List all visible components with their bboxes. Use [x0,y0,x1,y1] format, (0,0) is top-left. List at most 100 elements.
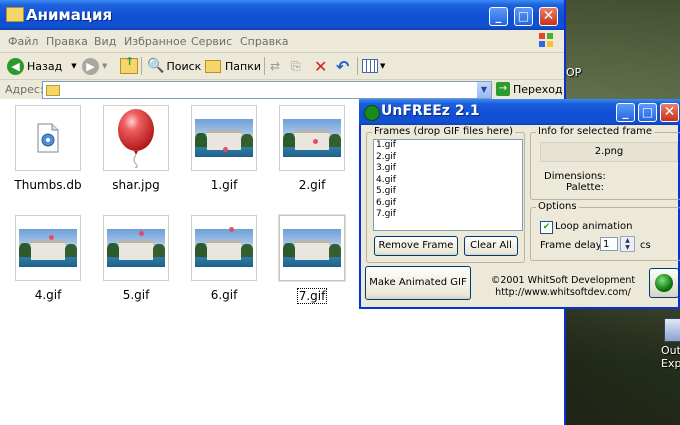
frame-item[interactable]: 2.gif [374,152,522,164]
folder-icon [46,85,60,96]
frame-item[interactable]: 6.gif [374,198,522,210]
remove-frame-button[interactable]: Remove Frame [374,236,458,256]
folders-icon [205,59,221,73]
maximize-button[interactable]: □ [638,103,657,122]
file-thumbnail [278,214,346,282]
up-folder-button[interactable]: ↑ [120,55,138,76]
file-thumbnail [103,215,169,281]
toolbar-separator [264,57,265,75]
palace-photo [283,119,341,157]
forward-button[interactable]: ▶ ▼ [82,56,107,76]
address-bar: Адрес: ▼ → Переход [0,80,564,101]
options-group: Options [530,201,680,261]
undo-button[interactable]: ↶ [336,56,349,76]
menu-file[interactable]: Файл [8,35,38,48]
minimize-button[interactable]: _ [616,103,635,122]
copyright-text: ©2001 WhitSoft Development [490,275,636,286]
desktop-label: Exp [661,357,680,370]
delay-label: Frame delay: [540,240,605,251]
file-name: 6.gif [210,288,238,302]
file-item[interactable]: shar.jpg [96,105,176,192]
menu-view[interactable]: Вид [94,35,116,48]
move-to-icon: ⇄ [270,59,281,73]
info-label: Info for selected frame [536,126,655,137]
views-icon [362,59,378,73]
file-item[interactable]: Thumbs.db [8,105,88,192]
palette-label: Palette: [566,182,605,193]
website-link[interactable]: http://www.whitsoftdev.com/ [488,287,638,298]
palace-photo [195,227,253,267]
file-thumbnail [279,105,345,171]
file-item[interactable]: 2.gif [272,105,352,192]
loop-label: Loop animation [555,221,633,232]
address-label: Адрес: [5,83,44,96]
dropdown-arrow-icon: ▼ [102,62,108,70]
close-button[interactable]: ✕ [660,103,679,122]
forward-arrow-icon: ▶ [82,57,99,75]
delay-spinner[interactable]: ▲ ▼ [620,236,635,252]
loop-checkbox[interactable]: ✔ [540,221,553,234]
back-button[interactable]: ◀ Назад ▼ [7,56,77,76]
frame-item[interactable]: 5.gif [374,186,522,198]
menu-edit[interactable]: Правка [46,35,88,48]
options-label: Options [536,201,579,212]
frame-item[interactable]: 1.gif [374,140,522,152]
address-input[interactable]: ▼ [42,81,492,99]
unfreez-titlebar[interactable]: UnFREEz 2.1 _ □ ✕ [359,99,680,125]
file-name: 1.gif [210,178,238,192]
frame-item[interactable]: 3.gif [374,163,522,175]
go-label: Переход [513,82,563,96]
file-item-selected[interactable]: 7.gif [272,214,352,304]
menu-bar: Файл Правка Вид Избранное Сервис Справка [0,30,564,53]
menu-tools[interactable]: Сервис [191,35,232,48]
copy-to-icon: ⎘ [291,58,301,73]
about-button[interactable] [649,268,679,298]
menu-favorites[interactable]: Избранное [124,35,186,48]
desktop-label: ОР [566,66,582,79]
file-name: 4.gif [34,288,62,302]
views-button[interactable]: ▼ [362,56,385,76]
file-name: 2.gif [298,178,326,192]
back-arrow-icon: ◀ [7,57,24,75]
file-item[interactable]: 5.gif [96,215,176,302]
search-icon: 🔍 [147,58,165,74]
dimensions-label: Dimensions: [544,171,606,182]
folders-label: Папки [225,59,261,73]
go-button[interactable]: → Переход [496,82,563,96]
folders-button[interactable]: Папки [205,56,261,76]
clear-all-button[interactable]: Clear All [464,236,518,256]
file-name: 7.gif [296,288,328,304]
minimize-button[interactable]: _ [489,7,508,26]
balloon-image [118,109,154,168]
delete-button[interactable]: ✕ [314,56,327,76]
close-button[interactable]: ✕ [539,7,558,26]
file-thumbnail [15,105,81,171]
desktop-label: Out [661,344,680,357]
toolbar-separator [141,57,142,75]
make-gif-button[interactable]: Make Animated GIF [365,266,471,300]
frames-group: Frames (drop GIF files here) 1.gif 2.gif… [366,126,525,263]
unfreez-app-icon [364,105,380,121]
move-to-button[interactable]: ⇄ [270,56,280,76]
delay-input[interactable]: 1 [600,237,618,251]
palace-photo [107,229,165,267]
file-item[interactable]: 4.gif [8,215,88,302]
search-button[interactable]: 🔍 Поиск [147,56,201,76]
file-item[interactable]: 1.gif [184,105,264,192]
explorer-titlebar[interactable]: Анимация _ □ ✕ [0,0,564,30]
copy-to-button[interactable]: ⎘ [291,56,301,76]
toolbar: ◀ Назад ▼ ▶ ▼ ↑ 🔍 Поиск Папки ⇄ ⎘ ✕ ↶ ▼ [0,53,564,80]
windows-logo-icon [539,33,553,47]
desktop-outlook-icon[interactable] [664,318,680,342]
back-label: Назад [27,59,63,73]
file-thumbnail [15,215,81,281]
frame-item[interactable]: 7.gif [374,209,522,221]
maximize-button[interactable]: □ [514,7,533,26]
file-item[interactable]: 6.gif [184,215,264,302]
menu-help[interactable]: Справка [240,35,288,48]
unfreez-title: UnFREEz 2.1 [381,103,480,119]
frame-item[interactable]: 4.gif [374,175,522,187]
go-arrow-icon: → [496,82,510,96]
address-dropdown-icon[interactable]: ▼ [477,82,491,98]
frames-list[interactable]: 1.gif 2.gif 3.gif 4.gif 5.gif 6.gif 7.gi… [373,139,523,231]
